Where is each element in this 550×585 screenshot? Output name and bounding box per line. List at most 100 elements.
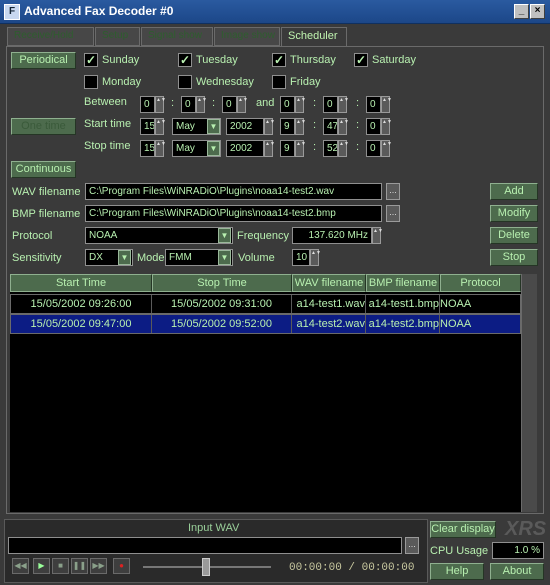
between-start-hour[interactable]: 0 xyxy=(140,96,155,113)
tab-setup[interactable]: Setup xyxy=(95,27,140,46)
stop-button[interactable]: Stop xyxy=(490,249,538,266)
stop-time-label: Stop time xyxy=(84,140,131,152)
browse-input-wav-button[interactable]: ... xyxy=(405,537,419,554)
spinner[interactable]: ▲▼ xyxy=(155,96,166,113)
spinner[interactable]: ▲▼ xyxy=(155,118,166,135)
bmp-filename-input[interactable]: C:\Program Files\WiNRADiO\Plugins\noaa14… xyxy=(85,205,382,222)
chevron-down-icon[interactable]: ▼ xyxy=(207,141,220,156)
mode-label: Mode xyxy=(137,252,165,264)
stop-hour[interactable]: 9 xyxy=(280,140,295,157)
friday-checkbox[interactable] xyxy=(272,75,286,89)
start-hour[interactable]: 9 xyxy=(280,118,295,135)
start-second[interactable]: 0 xyxy=(366,118,381,135)
table-row[interactable]: 15/05/2002 09:47:00 15/05/2002 09:52:00 … xyxy=(10,314,521,334)
close-button[interactable]: × xyxy=(530,4,545,19)
monday-checkbox[interactable] xyxy=(84,75,98,89)
start-minute[interactable]: 47 xyxy=(323,118,338,135)
column-header[interactable]: WAV filename xyxy=(292,274,366,292)
spinner[interactable]: ▲▼ xyxy=(338,118,349,135)
chevron-down-icon[interactable]: ▼ xyxy=(218,250,231,265)
app-icon: F xyxy=(4,4,20,20)
spinner[interactable]: ▲▼ xyxy=(264,118,275,135)
tab-scheduler[interactable]: Scheduler xyxy=(281,27,347,47)
spinner[interactable]: ▲▼ xyxy=(310,249,321,266)
schedule-table: Start Time Stop Time WAV filename BMP fi… xyxy=(10,274,521,512)
wednesday-checkbox[interactable] xyxy=(178,75,192,89)
bmp-filename-cell: a14-test1.bmp xyxy=(366,295,440,313)
spinner[interactable]: ▲▼ xyxy=(155,140,166,157)
protocol-label: Protocol xyxy=(12,230,53,242)
sunday-label: Sunday xyxy=(102,54,140,66)
table-scrollbar[interactable] xyxy=(521,274,537,512)
about-button[interactable]: About xyxy=(490,563,544,580)
browse-wav-button[interactable]: ... xyxy=(386,183,400,200)
column-header[interactable]: Protocol xyxy=(440,274,521,292)
input-wav-field[interactable] xyxy=(8,537,402,554)
protocol-select[interactable]: NOAA xyxy=(85,227,233,244)
volume-input[interactable]: 10 xyxy=(292,249,310,266)
wav-filename-cell: a14-test2.wav xyxy=(292,315,366,333)
stop-year[interactable]: 2002 xyxy=(226,140,264,157)
stop-day[interactable]: 15 xyxy=(140,140,155,157)
play-icon[interactable]: ▶ xyxy=(33,558,50,574)
tab-signal-show[interactable]: Signal show xyxy=(141,27,213,46)
chevron-down-icon[interactable]: ▼ xyxy=(118,250,131,265)
spinner[interactable]: ▲▼ xyxy=(295,96,306,113)
chevron-down-icon[interactable]: ▼ xyxy=(218,228,231,243)
spinner[interactable]: ▲▼ xyxy=(338,96,349,113)
help-button[interactable]: Help xyxy=(430,563,484,580)
start-day[interactable]: 15 xyxy=(140,118,155,135)
tab-image-show[interactable]: Image show xyxy=(214,27,280,46)
between-end-minute[interactable]: 0 xyxy=(323,96,338,113)
seek-handle[interactable] xyxy=(202,558,210,576)
one-time-button[interactable]: One time xyxy=(11,118,76,135)
spinner[interactable]: ▲▼ xyxy=(338,140,349,157)
spinner[interactable]: ▲▼ xyxy=(295,140,306,157)
frequency-input[interactable]: 137.620 MHz xyxy=(292,227,372,244)
fast-forward-icon[interactable]: ▶▶ xyxy=(90,558,107,574)
bmp-filename-label: BMP filename xyxy=(12,208,81,220)
sunday-checkbox[interactable]: ✓ xyxy=(84,53,98,67)
stop-second[interactable]: 0 xyxy=(366,140,381,157)
table-row[interactable]: 15/05/2002 09:26:00 15/05/2002 09:31:00 … xyxy=(10,294,521,314)
start-year[interactable]: 2002 xyxy=(226,118,264,135)
spinner[interactable]: ▲▼ xyxy=(372,227,383,244)
between-start-minute[interactable]: 0 xyxy=(181,96,196,113)
browse-bmp-button[interactable]: ... xyxy=(386,205,400,222)
column-header[interactable]: BMP filename xyxy=(366,274,440,292)
delete-button[interactable]: Delete xyxy=(490,227,538,244)
column-header[interactable]: Stop Time xyxy=(152,274,292,292)
chevron-down-icon[interactable]: ▼ xyxy=(207,119,220,134)
spinner[interactable]: ▲▼ xyxy=(264,140,275,157)
spinner[interactable]: ▲▼ xyxy=(295,118,306,135)
add-button[interactable]: Add xyxy=(490,183,538,200)
and-label: and xyxy=(256,97,275,109)
pause-icon[interactable]: ❚❚ xyxy=(71,558,88,574)
between-end-hour[interactable]: 0 xyxy=(280,96,295,113)
spinner[interactable]: ▲▼ xyxy=(237,96,248,113)
between-start-second[interactable]: 0 xyxy=(222,96,237,113)
tab-receive-hold[interactable]: Receive/Hold xyxy=(7,27,94,46)
clear-display-button[interactable]: Clear display xyxy=(430,521,496,538)
modify-button[interactable]: Modify xyxy=(490,205,538,222)
stop-icon[interactable]: ■ xyxy=(52,558,69,574)
rewind-icon[interactable]: ◀◀ xyxy=(12,558,29,574)
saturday-checkbox[interactable]: ✓ xyxy=(354,53,368,67)
input-wav-label: Input WAV xyxy=(188,522,240,534)
between-end-second[interactable]: 0 xyxy=(366,96,381,113)
spinner[interactable]: ▲▼ xyxy=(381,96,392,113)
spinner[interactable]: ▲▼ xyxy=(381,140,392,157)
periodical-button[interactable]: Periodical xyxy=(11,52,76,69)
friday-label: Friday xyxy=(290,76,321,88)
wav-filename-input[interactable]: C:\Program Files\WiNRADiO\Plugins\noaa14… xyxy=(85,183,382,200)
tuesday-checkbox[interactable]: ✓ xyxy=(178,53,192,67)
spinner[interactable]: ▲▼ xyxy=(381,118,392,135)
column-header[interactable]: Start Time xyxy=(10,274,152,292)
continuous-button[interactable]: Continuous xyxy=(11,161,76,178)
stop-minute[interactable]: 52 xyxy=(323,140,338,157)
minimize-button[interactable]: _ xyxy=(514,4,529,19)
window-title: Advanced Fax Decoder #0 xyxy=(24,4,174,18)
spinner[interactable]: ▲▼ xyxy=(196,96,207,113)
record-icon[interactable]: ● xyxy=(113,558,130,574)
thursday-checkbox[interactable]: ✓ xyxy=(272,53,286,67)
